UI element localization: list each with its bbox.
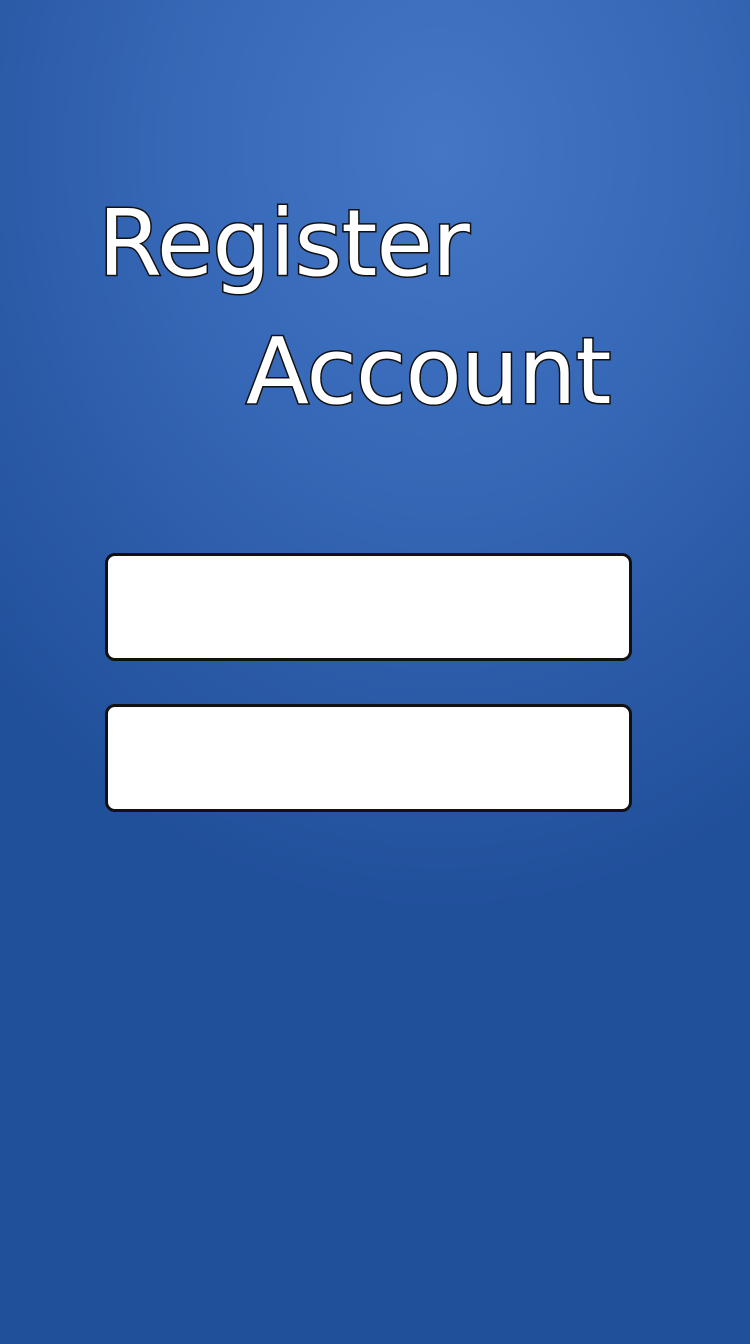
- registration-input-2[interactable]: [105, 704, 632, 812]
- page-title-line-1: Register: [97, 190, 472, 297]
- register-screen: Register Account: [0, 0, 750, 1344]
- page-title-line-2: Account: [244, 318, 612, 425]
- registration-input-1[interactable]: [105, 553, 632, 661]
